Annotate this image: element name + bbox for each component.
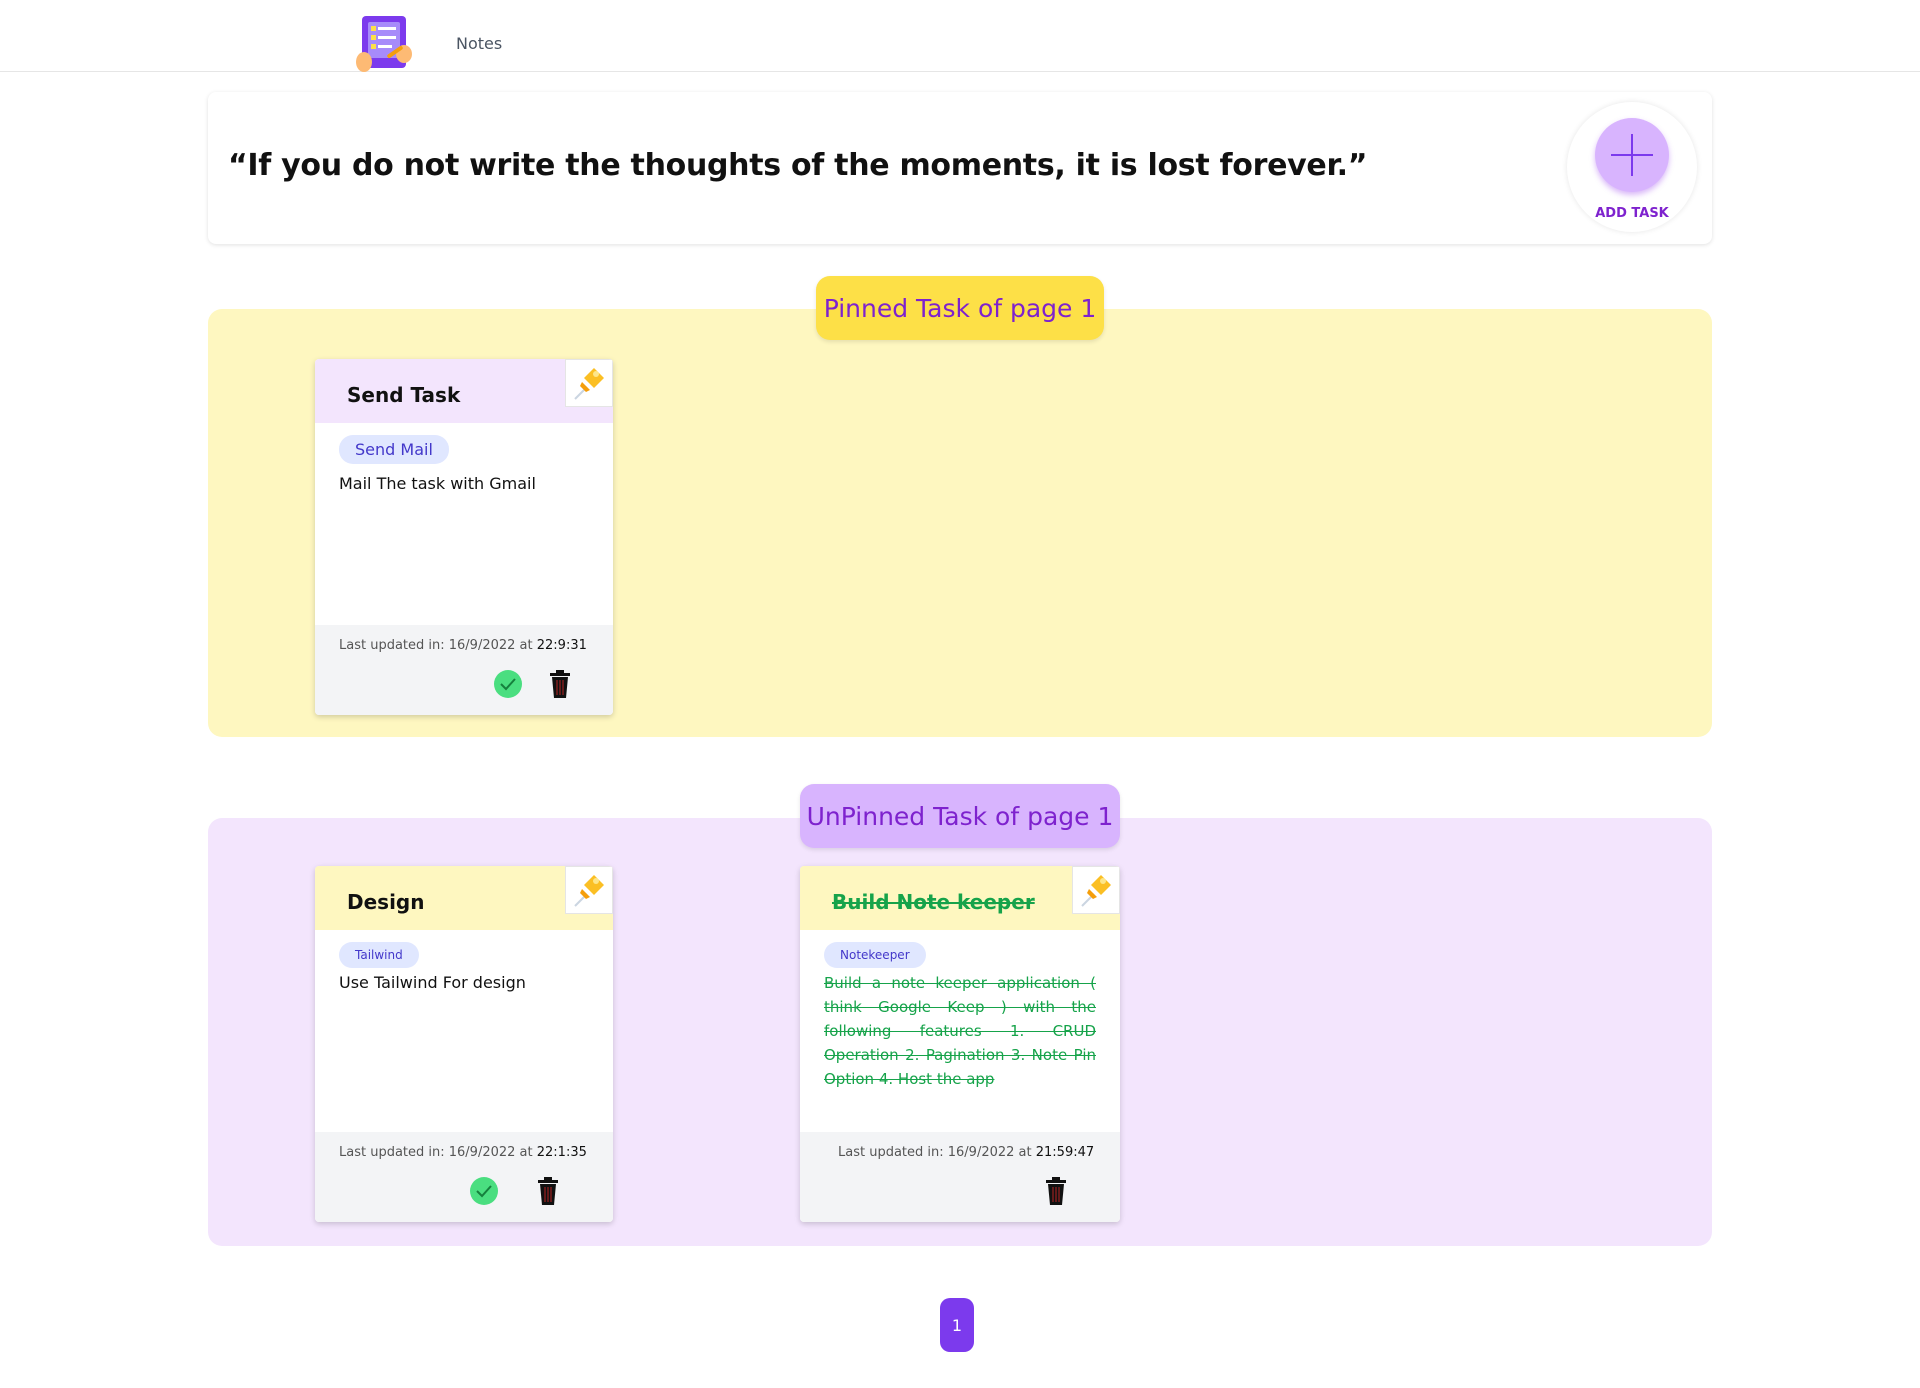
pinned-section-heading: Pinned Task of page 1 <box>816 276 1104 340</box>
pagination-page-button[interactable]: 1 <box>940 1298 974 1352</box>
task-card: Build Note keeper Notekeeper Build a not… <box>800 866 1120 1222</box>
delete-button[interactable] <box>1041 1176 1071 1206</box>
add-task-label: ADD TASK <box>1595 206 1669 221</box>
card-title: Design <box>347 890 425 914</box>
pinned-section: Send Task Send Mail Mail The task with G… <box>208 309 1712 737</box>
last-updated-label: Last updated in: 16/9/2022 at <box>838 1145 1036 1160</box>
last-updated: Last updated in: 16/9/2022 at 22:9:31 <box>339 638 587 653</box>
last-updated: Last updated in: 16/9/2022 at 21:59:47 <box>838 1145 1094 1160</box>
task-description: Use Tailwind For design <box>339 973 526 992</box>
last-updated-time: 22:9:31 <box>536 638 587 653</box>
last-updated-time: 22:1:35 <box>536 1145 587 1160</box>
card-footer: Last updated in: 16/9/2022 at 21:59:47 <box>800 1132 1120 1222</box>
pushpin-icon <box>1081 875 1111 907</box>
mark-complete-button[interactable] <box>469 1176 499 1206</box>
pushpin-icon <box>574 368 604 400</box>
trash-icon <box>538 1177 558 1205</box>
mark-complete-button[interactable] <box>493 669 523 699</box>
task-description: Mail The task with Gmail <box>339 474 536 493</box>
last-updated: Last updated in: 16/9/2022 at 22:1:35 <box>339 1145 587 1160</box>
check-circle-icon <box>494 670 522 698</box>
unpinned-section-heading: UnPinned Task of page 1 <box>800 784 1120 848</box>
task-tag: Tailwind <box>339 942 419 968</box>
task-tag: Send Mail <box>339 435 449 464</box>
quote-text: “If you do not write the thoughts of the… <box>228 148 1368 183</box>
card-footer: Last updated in: 16/9/2022 at 22:1:35 <box>315 1132 613 1222</box>
notes-app-logo-icon[interactable] <box>356 12 414 72</box>
trash-icon <box>550 670 570 698</box>
card-header: Build Note keeper <box>800 866 1120 930</box>
last-updated-label: Last updated in: 16/9/2022 at <box>339 1145 537 1160</box>
add-task-circle[interactable] <box>1595 118 1669 192</box>
card-header: Design <box>315 866 613 930</box>
task-card: Design Tailwind Use Tailwind For design … <box>315 866 613 1222</box>
delete-button[interactable] <box>533 1176 563 1206</box>
quote-card: “If you do not write the thoughts of the… <box>208 92 1712 244</box>
trash-icon <box>1046 1177 1066 1205</box>
check-circle-icon <box>470 1177 498 1205</box>
last-updated-time: 21:59:47 <box>1035 1145 1095 1160</box>
pin-toggle-button[interactable] <box>565 866 613 914</box>
card-header: Send Task <box>315 359 613 423</box>
task-description: Build a note keeper application ( think … <box>824 974 1096 1088</box>
task-card: Send Task Send Mail Mail The task with G… <box>315 359 613 715</box>
card-footer: Last updated in: 16/9/2022 at 22:9:31 <box>315 625 613 715</box>
add-task-button[interactable]: ADD TASK <box>1567 102 1697 232</box>
card-title: Send Task <box>347 383 461 407</box>
unpinned-section: Design Tailwind Use Tailwind For design … <box>208 818 1712 1246</box>
pushpin-icon <box>574 875 604 907</box>
plus-icon <box>1611 134 1653 176</box>
top-navbar: Notes <box>0 0 1920 72</box>
nav-link-notes[interactable]: Notes <box>456 34 502 53</box>
last-updated-label: Last updated in: 16/9/2022 at <box>339 638 537 653</box>
delete-button[interactable] <box>545 669 575 699</box>
pin-toggle-button[interactable] <box>1072 866 1120 914</box>
card-title: Build Note keeper <box>832 890 1035 914</box>
pin-toggle-button[interactable] <box>565 359 613 407</box>
task-tag: Notekeeper <box>824 942 926 968</box>
